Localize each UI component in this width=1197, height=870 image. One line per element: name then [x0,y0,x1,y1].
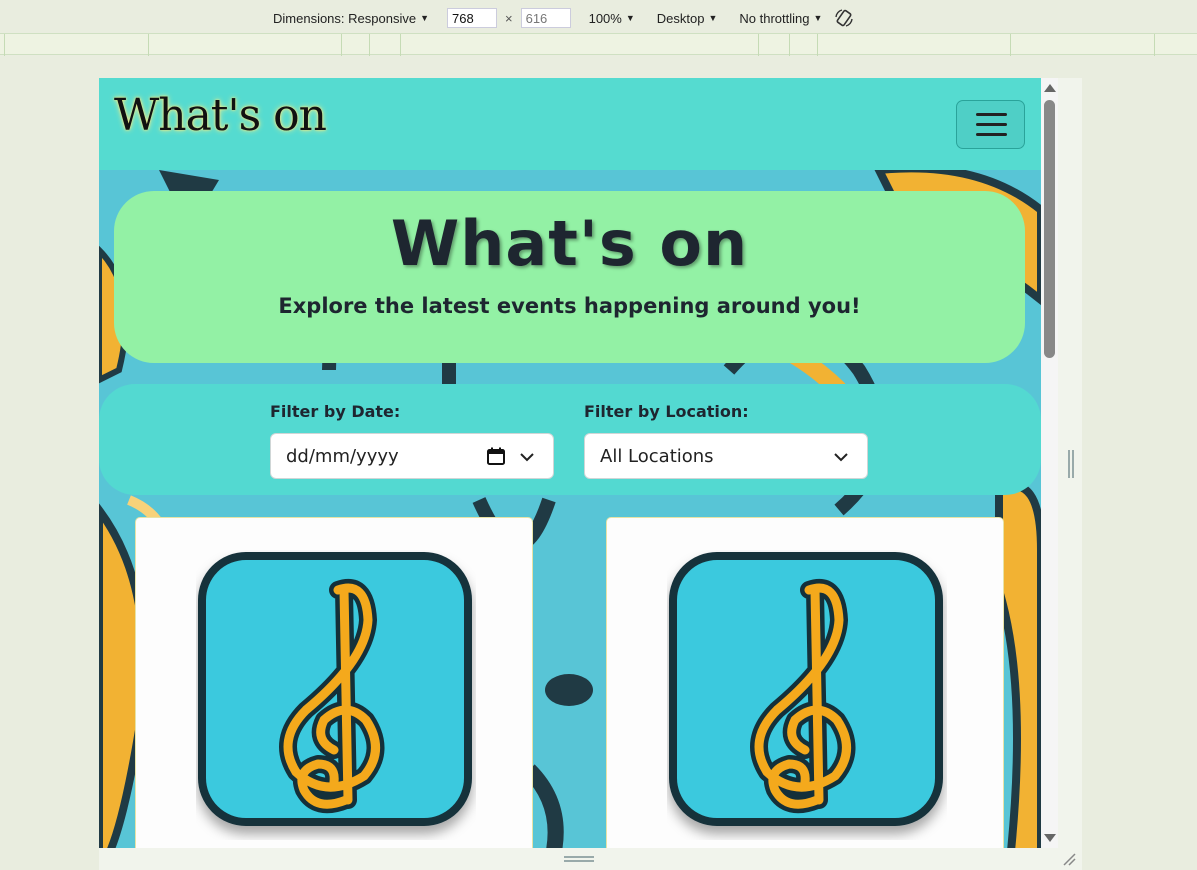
treble-clef-icon [198,552,472,826]
navbar-brand[interactable]: What's on [114,90,327,141]
width-input[interactable] [447,8,497,28]
height-resize-handle[interactable] [564,856,594,862]
caret-down-icon: ▼ [420,13,429,23]
device-dropdown[interactable]: Desktop ▼ [657,11,718,26]
caret-down-icon: ▼ [625,13,635,23]
location-filter: Filter by Location: All Locations [584,402,868,479]
vertical-scrollbar[interactable] [1041,78,1058,848]
zoom-dropdown[interactable]: 100% ▼ [589,11,635,26]
location-filter-label: Filter by Location: [584,402,749,421]
times-icon: × [505,10,513,26]
date-filter: Filter by Date: dd/mm/yyyy [270,402,554,479]
event-card[interactable] [135,517,533,848]
dimensions-label: Dimensions: Responsive [273,10,417,26]
menu-toggle-button[interactable] [956,100,1025,149]
hamburger-icon [976,123,1007,126]
rotate-icon[interactable] [834,8,854,28]
device-label: Desktop [656,10,705,26]
hero-banner: What's on Explore the latest events happ… [114,191,1025,363]
location-select[interactable]: All Locations [584,433,868,479]
date-filter-label: Filter by Date: [270,402,401,421]
filters-panel: Filter by Date: dd/mm/yyyy Filter by Loc… [99,384,1041,495]
date-input[interactable]: dd/mm/yyyy [270,433,554,479]
throttling-dropdown[interactable]: No throttling ▼ [739,11,822,26]
hamburger-icon [976,133,1007,136]
chevron-down-icon [520,453,534,462]
hamburger-icon [976,113,1007,116]
treble-clef-icon [669,552,943,826]
event-card[interactable] [606,517,1004,848]
caret-down-icon: ▼ [708,13,718,23]
scroll-up-arrow-icon[interactable] [1044,84,1056,92]
location-selected-value: All Locations [600,445,714,467]
chevron-down-icon [834,453,848,462]
zoom-label: 100% [588,10,622,26]
width-resize-handle[interactable] [1068,450,1074,478]
corner-resize-icon[interactable] [1062,852,1076,866]
date-placeholder: dd/mm/yyyy [286,445,399,467]
calendar-icon[interactable] [487,447,505,465]
caret-down-icon: ▼ [813,13,823,23]
height-input[interactable] [520,8,571,28]
scroll-down-arrow-icon[interactable] [1044,834,1056,842]
scrollbar-thumb[interactable] [1044,100,1055,358]
hero-subtitle: Explore the latest events happening arou… [278,294,861,318]
hero-title: What's on [390,207,749,280]
dimensions-dropdown[interactable]: Dimensions: Responsive ▼ [273,11,429,26]
page-viewport: What's on What's on Explore the latest e… [99,78,1041,848]
devtools-toolbar: Dimensions: Responsive ▼ × 100% ▼ Deskto… [0,0,1197,36]
media-query-ruler[interactable] [0,33,1197,56]
throttling-label: No throttling [739,10,810,26]
navbar: What's on [99,78,1041,170]
